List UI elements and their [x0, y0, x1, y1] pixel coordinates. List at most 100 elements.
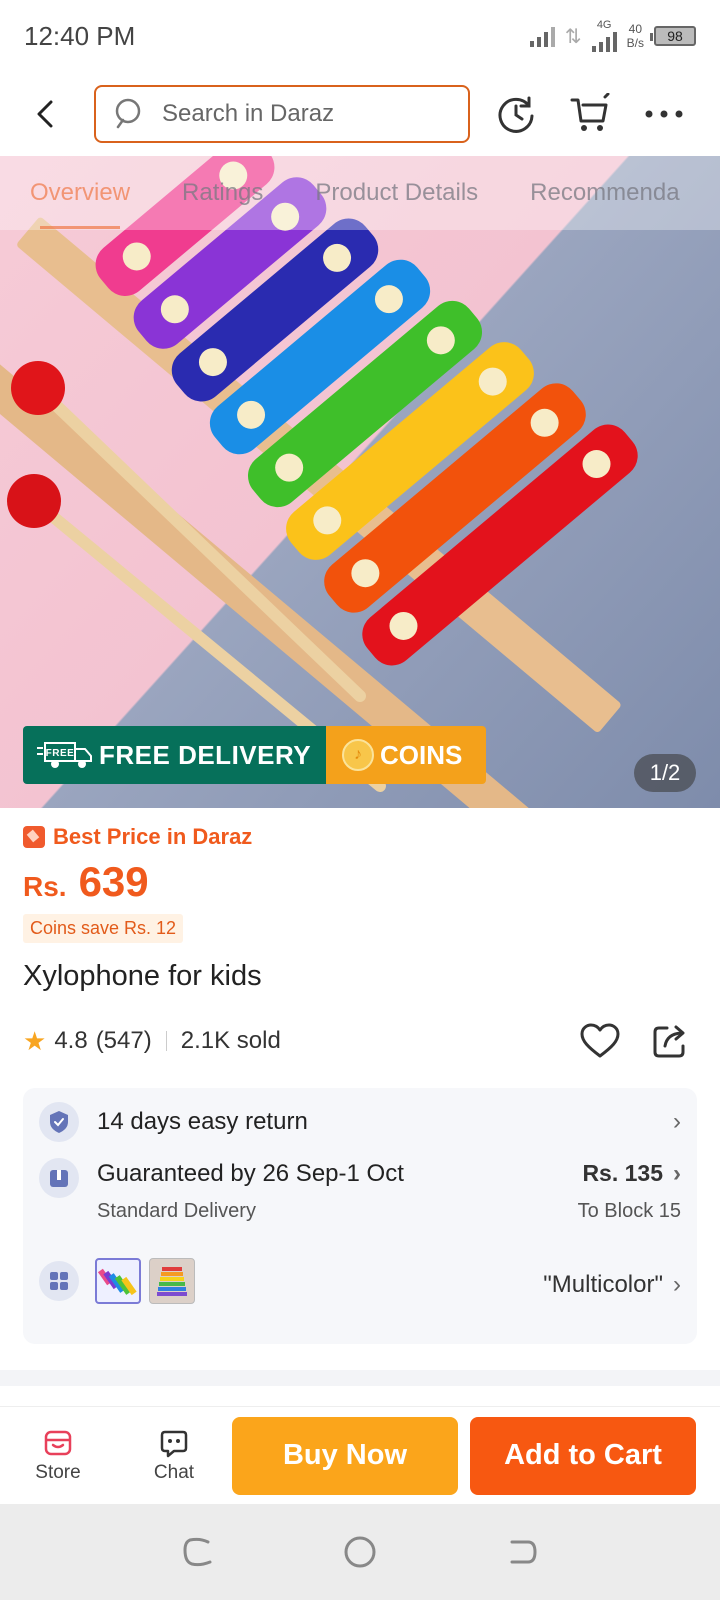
store-icon — [44, 1430, 72, 1455]
image-page-indicator: 1/2 — [634, 754, 696, 792]
chevron-right-icon: › — [673, 1271, 681, 1298]
delivery-price: Rs. 135 › — [578, 1160, 681, 1188]
free-delivery-badge: FREE FREE DELIVERY — [23, 726, 326, 784]
search-icon — [115, 98, 141, 129]
battery-level: 98 — [667, 28, 683, 44]
price-tag-icon — [23, 826, 45, 848]
grid-icon — [39, 1261, 79, 1301]
coins-save-badge: Coins save Rs. 12 — [23, 914, 184, 943]
price-section: Best Price in Daraz Rs. 639 Coins save R… — [23, 824, 703, 943]
price-amount: 639 — [78, 858, 149, 905]
net-speed-value: 40 — [628, 22, 642, 36]
search-input[interactable] — [162, 100, 422, 128]
best-price-tag[interactable]: Best Price in Daraz — [23, 824, 703, 850]
heart-icon — [580, 1023, 620, 1058]
rating-value[interactable]: 4.8 — [54, 1027, 87, 1055]
product-image — [0, 156, 638, 808]
xylophone-peg — [374, 285, 403, 314]
coins-label: COINS — [380, 739, 463, 770]
returns-row[interactable]: 14 days easy return › — [39, 1102, 681, 1142]
variant-thumbnail[interactable] — [95, 1258, 141, 1304]
coin-icon: ♪ — [342, 739, 374, 771]
net-speed-unit: B/s — [626, 36, 644, 50]
tab-ratings[interactable]: Ratings — [182, 179, 263, 207]
tab-product-details[interactable]: Product Details — [315, 179, 478, 207]
chat-button[interactable]: Chat — [116, 1428, 232, 1484]
variant-thumbnail[interactable] — [149, 1258, 195, 1304]
section-tabs: Overview Ratings Product Details Recomme… — [0, 156, 720, 230]
delivery-type: Standard Delivery — [97, 1200, 256, 1222]
shield-check-icon — [39, 1102, 79, 1142]
tab-overview[interactable]: Overview — [30, 179, 130, 229]
promo-badges: FREE FREE DELIVERY ♪ COINS — [23, 726, 486, 784]
delivery-price-value: Rs. 135 — [582, 1160, 663, 1186]
share-icon — [653, 1025, 685, 1058]
xylophone-peg — [530, 408, 559, 437]
bottom-action-bar: Store Chat Buy Now Add to Cart — [0, 1406, 720, 1504]
price-currency: Rs. — [23, 871, 67, 902]
free-delivery-label: FREE DELIVERY — [99, 739, 312, 770]
system-navigation-bar — [0, 1504, 720, 1600]
product-title: Xylophone for kids — [23, 960, 262, 992]
tab-recommendations[interactable]: Recommenda — [530, 179, 679, 207]
xylophone-peg — [389, 611, 418, 640]
delivery-guarantee: Guaranteed by 26 Sep-1 Oct — [97, 1160, 404, 1187]
more-dots-icon — [645, 110, 683, 118]
xylophone-peg — [313, 506, 342, 535]
xylophone-peg — [426, 326, 455, 355]
xylophone-thumbnail-icon — [157, 1267, 187, 1296]
back-button[interactable] — [20, 89, 70, 139]
xylophone-peg — [122, 242, 151, 271]
chevron-left-icon — [37, 100, 53, 128]
variant-label: "Multicolor" — [543, 1271, 663, 1298]
chevron-right-icon: › — [673, 1108, 681, 1135]
recent-apps-icon[interactable] — [180, 1534, 216, 1570]
back-nav-icon[interactable] — [504, 1534, 540, 1570]
wishlist-button[interactable] — [577, 1018, 623, 1064]
rating-row: ★ 4.8 (547) 2.1K sold — [23, 1018, 693, 1064]
best-price-label: Best Price in Daraz — [53, 824, 253, 849]
truck-free-text: FREE — [46, 748, 75, 759]
status-time: 12:40 PM — [24, 20, 136, 51]
cart-icon — [570, 93, 610, 131]
top-header — [0, 72, 720, 156]
store-button[interactable]: Store — [0, 1428, 116, 1484]
add-to-cart-button[interactable]: Add to Cart — [470, 1416, 696, 1495]
divider — [165, 1031, 167, 1051]
search-bar[interactable] — [94, 85, 470, 143]
data-transfer-icon: ⇅ — [564, 25, 582, 48]
xylophone-thumbnail-icon — [98, 1268, 137, 1296]
delivery-row[interactable]: Guaranteed by 26 Sep-1 Oct Standard Deli… — [39, 1158, 681, 1223]
signal-icon — [529, 25, 555, 47]
buy-now-button[interactable]: Buy Now — [232, 1416, 458, 1495]
product-price: Rs. 639 — [23, 858, 703, 906]
xylophone-peg — [237, 400, 266, 429]
section-divider — [0, 1370, 720, 1386]
home-icon[interactable] — [342, 1534, 378, 1570]
star-icon: ★ — [23, 1025, 47, 1056]
sold-count: 2.1K sold — [180, 1027, 281, 1054]
xylophone-peg — [582, 450, 611, 479]
xylophone-peg — [198, 348, 227, 377]
delivery-truck-icon: FREE — [37, 742, 92, 768]
returns-label: 14 days easy return — [97, 1108, 308, 1135]
xylophone-peg — [351, 559, 380, 588]
chat-icon — [160, 1430, 188, 1457]
delivery-location: To Block 15 — [577, 1200, 681, 1222]
xylophone-peg — [478, 367, 507, 396]
variant-row[interactable]: "Multicolor" › — [39, 1258, 681, 1304]
share-button[interactable] — [647, 1018, 693, 1064]
product-image-gallery[interactable]: Overview Ratings Product Details Recomme… — [0, 156, 720, 808]
rating-count[interactable]: (547) — [96, 1027, 152, 1055]
history-button[interactable] — [488, 86, 544, 142]
package-icon — [39, 1158, 79, 1198]
cart-button[interactable] — [562, 86, 618, 142]
more-options-button[interactable] — [636, 86, 692, 142]
signal-4g-icon: 4G — [591, 20, 617, 52]
status-bar: 12:40 PM ⇅ 4G 40 B/s 98 — [0, 0, 720, 72]
chat-label: Chat — [153, 1461, 195, 1483]
xylophone-peg — [275, 453, 304, 482]
store-label: Store — [35, 1461, 81, 1483]
service-info-card: 14 days easy return › Guaranteed by 26 S… — [23, 1088, 697, 1344]
xylophone-peg — [323, 243, 352, 272]
